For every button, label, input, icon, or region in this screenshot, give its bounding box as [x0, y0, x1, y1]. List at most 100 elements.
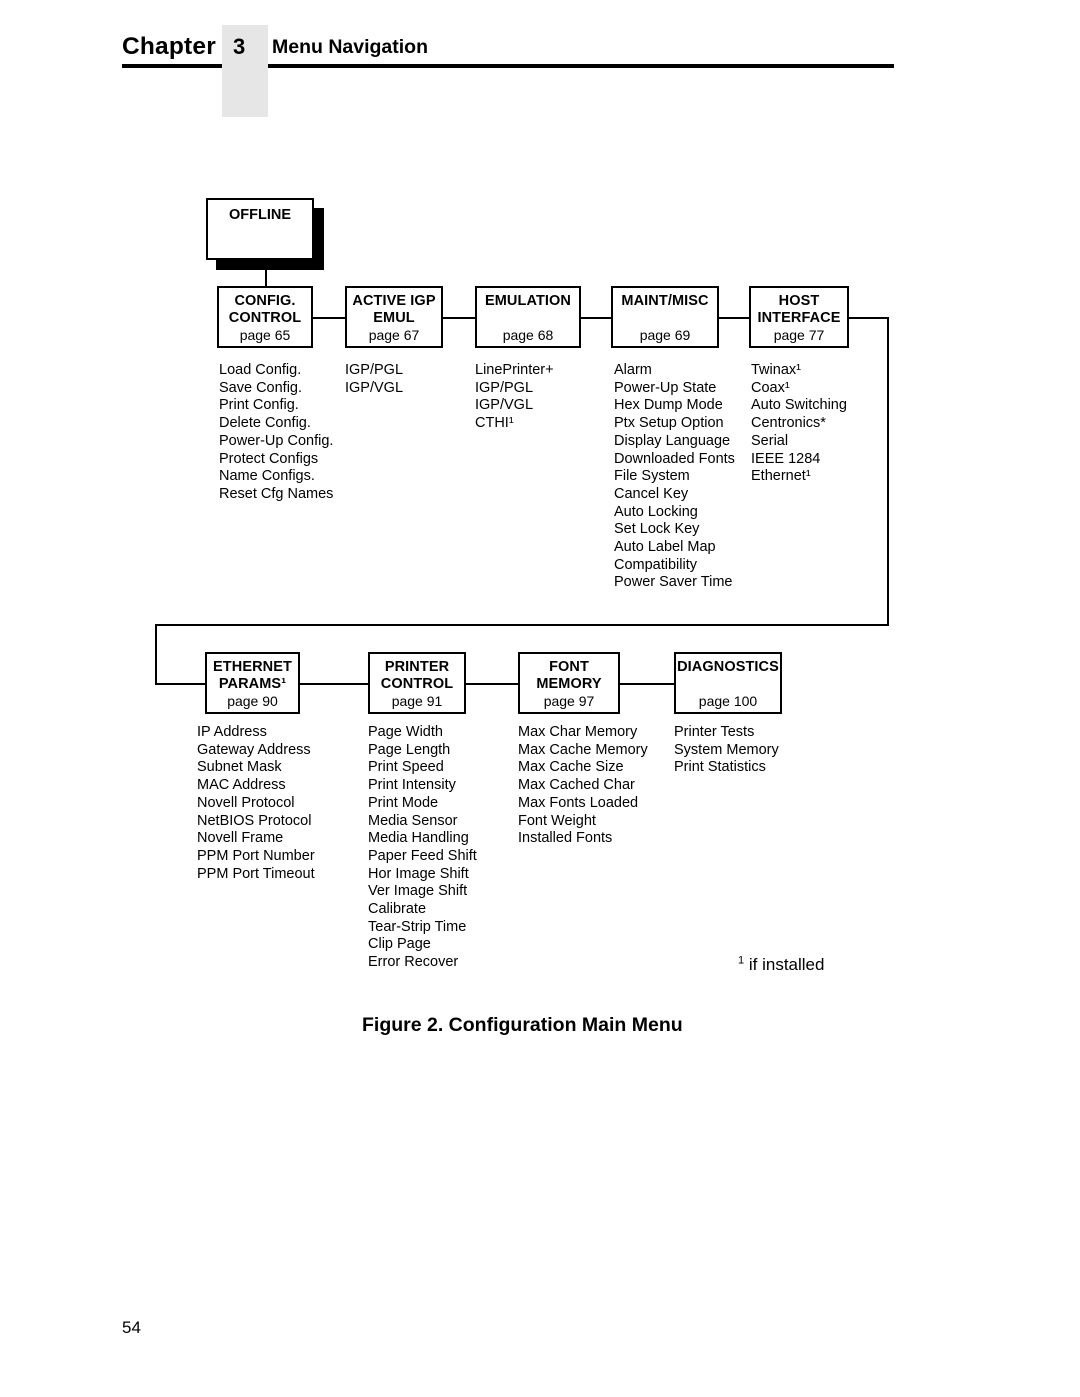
connector-ethernet-to-printer	[300, 683, 368, 685]
item-list-diagnostics: Printer Tests System Memory Print Statis…	[674, 724, 779, 777]
node-printer-control-page: page 91	[391, 693, 443, 709]
list-item: Error Recover	[368, 954, 459, 971]
list-item: Auto Locking	[614, 503, 698, 520]
node-printer-control[interactable]: PRINTER CONTROL page 91	[368, 652, 466, 714]
list-item: Centronics*	[751, 415, 826, 432]
list-item: Max Cached Char	[518, 777, 635, 794]
node-diagnostics[interactable]: DIAGNOSTICS page 100	[674, 652, 782, 714]
connector-font-to-diagnostics	[620, 683, 674, 685]
list-item: CTHI¹	[475, 415, 514, 432]
node-font-memory[interactable]: FONT MEMORY page 97	[518, 652, 620, 714]
list-item: IP Address	[197, 724, 267, 740]
list-item: Installed Fonts	[518, 830, 613, 847]
list-item: Paper Feed Shift	[368, 847, 477, 864]
list-item: Twinax¹	[751, 362, 801, 378]
list-item: Name Configs.	[219, 468, 315, 485]
list-item: Print Mode	[368, 794, 439, 811]
node-active-igp-emul-title-1: ACTIVE IGP	[352, 293, 436, 309]
node-active-igp-emul-page: page 67	[368, 327, 420, 343]
list-item: Protect Configs	[219, 450, 319, 467]
node-font-memory-title-1: FONT	[549, 659, 589, 675]
node-config-control-page: page 65	[239, 327, 291, 343]
list-item: Load Config.	[219, 362, 302, 378]
list-item: Ptx Setup Option	[614, 415, 724, 432]
item-list-font-memory: Max Char Memory Max Cache Memory Max Cac…	[518, 724, 648, 848]
connector-emulation-to-maintmisc	[581, 317, 611, 319]
list-item: NetBIOS Protocol	[197, 812, 312, 829]
node-printer-control-title-2: CONTROL	[380, 676, 454, 692]
list-item: Auto Label Map	[614, 539, 716, 556]
list-item: Delete Config.	[219, 415, 311, 432]
list-item: IGP/VGL	[345, 379, 404, 396]
node-printer-control-title-1: PRINTER	[384, 659, 450, 675]
connector-wrap-top	[849, 317, 889, 319]
list-item: Print Intensity	[368, 777, 456, 794]
node-config-control[interactable]: CONFIG. CONTROL page 65	[217, 286, 313, 348]
footnote-marker: 1	[738, 954, 745, 967]
connector-wrap-left-vertical	[155, 624, 157, 685]
list-item: Downloaded Fonts	[614, 450, 735, 467]
list-item: IGP/VGL	[475, 397, 534, 414]
node-maint-misc[interactable]: MAINT/MISC page 69	[611, 286, 719, 348]
list-item: PPM Port Timeout	[197, 865, 315, 882]
node-host-interface[interactable]: HOST INTERFACE page 77	[749, 286, 849, 348]
connector-config-to-activeigp	[313, 317, 345, 319]
list-item: Set Lock Key	[614, 521, 700, 538]
list-item: Display Language	[614, 432, 731, 449]
list-item: Ethernet¹	[751, 468, 811, 485]
list-item: Subnet Mask	[197, 759, 282, 776]
connector-printer-to-font	[466, 683, 518, 685]
list-item: Page Length	[368, 741, 451, 758]
list-item: Alarm	[614, 362, 652, 378]
page-number: 54	[122, 1318, 141, 1337]
list-item: File System	[614, 468, 690, 485]
item-list-emulation: LinePrinter+ IGP/PGL IGP/VGL CTHI¹	[475, 362, 554, 433]
list-item: Page Width	[368, 724, 443, 740]
node-host-interface-title-1: HOST	[778, 293, 820, 309]
list-item: LinePrinter+	[475, 362, 554, 378]
list-item: Print Config.	[219, 397, 299, 414]
list-item: Print Speed	[368, 759, 444, 776]
list-item: Max Fonts Loaded	[518, 794, 639, 811]
node-ethernet-params[interactable]: ETHERNET PARAMS¹ page 90	[205, 652, 300, 714]
node-maint-misc-page: page 69	[639, 327, 691, 343]
item-list-printer-control: Page Width Page Length Print Speed Print…	[368, 724, 477, 972]
configuration-main-menu-diagram: OFFLINE CONFIG. CONTROL page 65 ACTIVE I…	[0, 0, 1080, 1397]
node-active-igp-emul[interactable]: ACTIVE IGP EMUL page 67	[345, 286, 443, 348]
list-item: Cancel Key	[614, 485, 689, 502]
node-maint-misc-title-1: MAINT/MISC	[621, 293, 709, 309]
list-item: Max Char Memory	[518, 724, 638, 740]
list-item: Gateway Address	[197, 741, 311, 758]
list-item: Reset Cfg Names	[219, 485, 334, 502]
item-list-active-igp-emul: IGP/PGL IGP/VGL	[345, 362, 403, 397]
connector-wrap-right-vertical	[887, 317, 889, 626]
list-item: IGP/PGL	[475, 379, 534, 396]
node-offline-title: OFFLINE	[228, 207, 292, 223]
list-item: MAC Address	[197, 777, 286, 794]
list-item: Power Saver Time	[614, 574, 733, 591]
list-item: Media Sensor	[368, 812, 458, 829]
list-item: Hor Image Shift	[368, 865, 469, 882]
node-diagnostics-page: page 100	[698, 693, 758, 709]
node-font-memory-title-2: MEMORY	[536, 676, 602, 692]
list-item: Clip Page	[368, 936, 431, 953]
node-emulation[interactable]: EMULATION page 68	[475, 286, 581, 348]
list-item: Calibrate	[368, 901, 427, 918]
node-offline[interactable]: OFFLINE	[206, 198, 314, 260]
list-item: Max Cache Memory	[518, 741, 648, 758]
footnote-if-installed: 1 if installed	[738, 955, 824, 975]
list-item: Font Weight	[518, 812, 596, 829]
list-item: IGP/PGL	[345, 362, 404, 378]
node-diagnostics-title-1: DIAGNOSTICS	[677, 659, 779, 675]
list-item: Novell Protocol	[197, 794, 295, 811]
node-ethernet-params-page: page 90	[227, 693, 278, 709]
list-item: Novell Frame	[197, 830, 284, 847]
list-item: System Memory	[674, 741, 779, 758]
list-item: Power-Up State	[614, 379, 717, 396]
node-font-memory-page: page 97	[543, 693, 595, 709]
node-config-control-title-1: CONFIG.	[234, 293, 296, 309]
node-config-control-title-2: CONTROL	[228, 310, 302, 326]
item-list-host-interface: Twinax¹ Coax¹ Auto Switching Centronics*…	[751, 362, 847, 486]
list-item: Power-Up Config.	[219, 432, 334, 449]
node-ethernet-params-title-2: PARAMS¹	[218, 676, 287, 692]
